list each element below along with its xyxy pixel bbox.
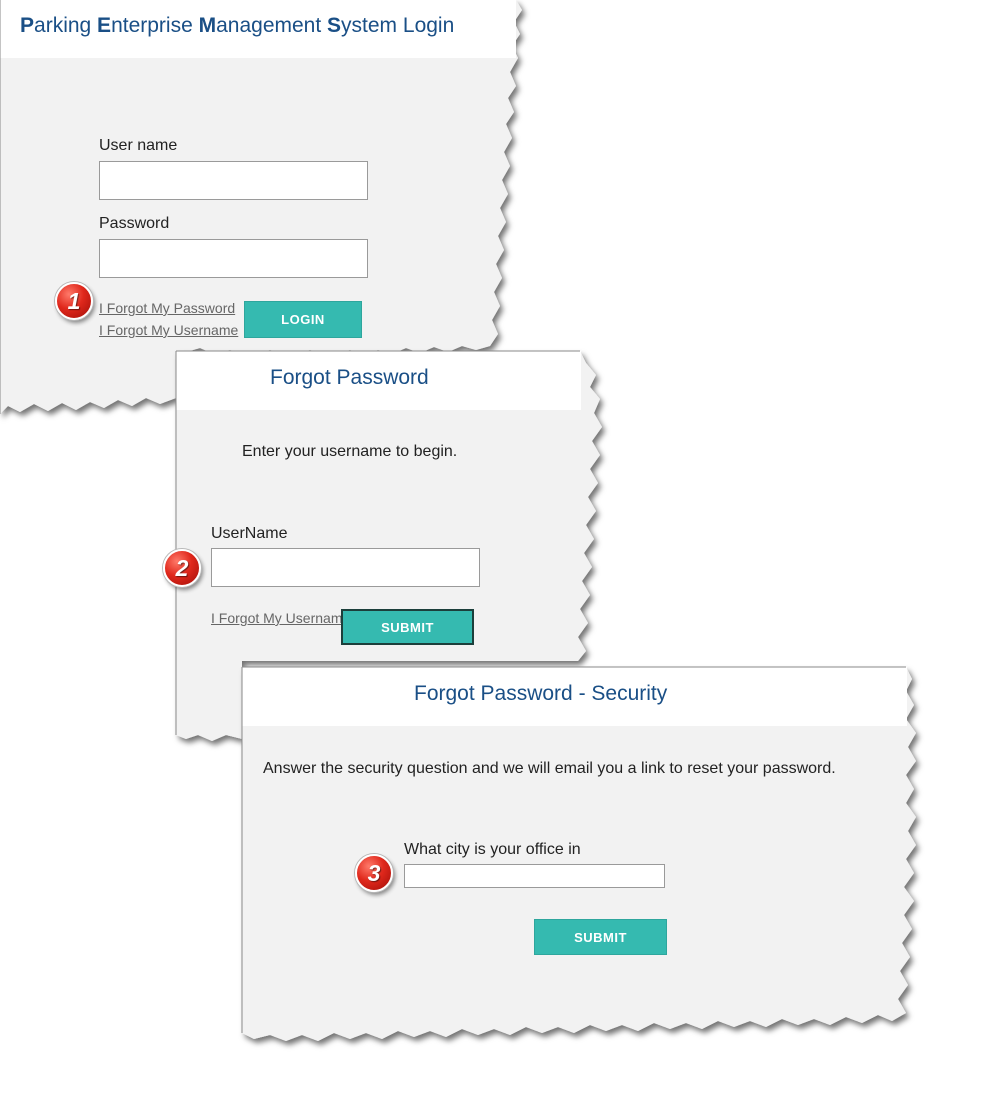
forgot-password-submit-button[interactable]: SUBMIT <box>341 609 474 645</box>
forgot-password-title: Forgot Password <box>270 366 429 389</box>
login-title-initial-s: S <box>327 14 342 37</box>
step-2-badge: 2 <box>163 549 201 587</box>
forgot-username-label: UserName <box>211 525 288 542</box>
forgot-panel-username-link[interactable]: I Forgot My Usernam <box>211 610 342 626</box>
security-panel: Forgot Password - Security Answer the se… <box>241 666 932 1067</box>
security-question-label: What city is your office in <box>404 841 581 858</box>
login-title: Parking Enterprise Management System Log… <box>20 14 454 38</box>
step-1-badge: 1 <box>55 282 93 320</box>
login-title-word-parking: arking <box>34 14 98 37</box>
forgot-password-link[interactable]: I Forgot My Password <box>99 300 235 316</box>
login-title-word-management: anagement <box>216 14 328 37</box>
security-instructions: Answer the security question and we will… <box>263 760 836 777</box>
step-3-badge: 3 <box>355 854 393 892</box>
login-title-word-enterprise: nterprise <box>111 14 199 37</box>
forgot-password-instructions: Enter your username to begin. <box>242 443 458 460</box>
username-label: User name <box>99 137 178 154</box>
forgot-username-link[interactable]: I Forgot My Username <box>99 322 238 338</box>
username-input[interactable] <box>99 161 368 200</box>
login-title-initial-p: P <box>20 14 35 37</box>
security-answer-input[interactable] <box>404 864 665 888</box>
login-title-initial-m: M <box>198 14 217 37</box>
forgot-username-input[interactable] <box>211 548 480 587</box>
security-title: Forgot Password - Security <box>414 682 668 705</box>
login-title-initial-e: E <box>97 14 112 37</box>
login-title-word-system-login: ystem Login <box>341 14 455 37</box>
login-button[interactable]: LOGIN <box>244 301 362 338</box>
security-submit-button[interactable]: SUBMIT <box>534 919 667 955</box>
password-label: Password <box>99 215 170 232</box>
password-input[interactable] <box>99 239 368 278</box>
